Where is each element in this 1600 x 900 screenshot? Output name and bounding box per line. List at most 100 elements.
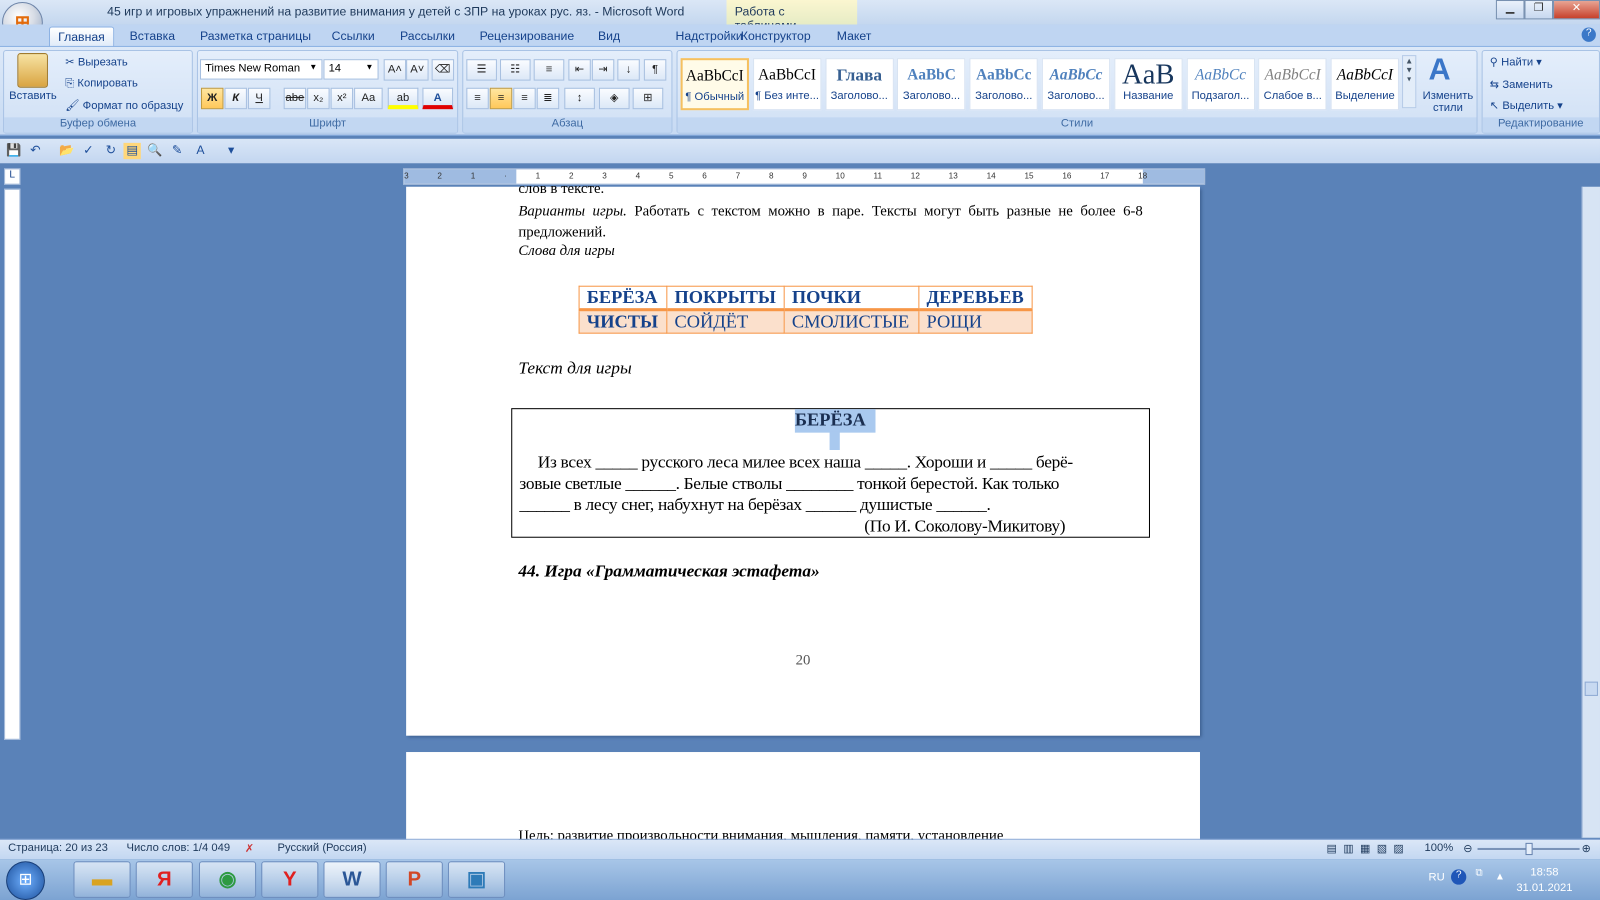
table-cell[interactable]: ПОКРЫТЫ [666,285,785,312]
style-item[interactable]: AaBbCc Заголово... [969,58,1038,111]
bullets-icon[interactable]: ☰ [466,59,497,81]
subscript-button[interactable]: x₂ [307,87,330,110]
numbering-icon[interactable]: ☷ [499,59,531,81]
text-frame[interactable]: БЕРЁЗА Из всех _____ русского леса милее… [511,408,1150,538]
help-icon[interactable]: ? [1581,27,1596,42]
edit-icon[interactable]: ✎ [168,143,185,159]
word-taskbar-icon[interactable]: W [323,861,381,898]
tab-review[interactable]: Рецензирование [471,27,582,45]
zoom-out-icon[interactable]: ⊖ [1463,842,1472,855]
undo-icon[interactable]: ↶ [27,143,44,159]
align-left-icon[interactable]: ≡ [466,87,489,110]
tab-page-layout[interactable]: Разметка страницы [192,27,319,45]
shrink-font-button[interactable]: A˅ [406,59,429,81]
italic-button[interactable]: К [224,87,247,110]
open-icon[interactable]: 📂 [58,143,75,159]
page-count-status[interactable]: Страница: 20 из 23 [8,842,108,854]
clock[interactable]: 18:58 31.01.2021 [1516,865,1572,896]
tray-expand-icon[interactable]: ▲ [1495,871,1505,882]
bold-button[interactable]: Ж [201,87,224,110]
sort-icon[interactable]: ↓ [617,59,640,81]
photo-viewer-icon[interactable]: ▣ [447,861,506,898]
copy-button[interactable]: ⎘ Копировать [65,78,138,91]
align-center-icon[interactable]: ≡ [489,87,513,110]
style-item[interactable]: AaBbCcI ¶ Обычный [680,58,749,111]
yandex-icon[interactable]: Y [261,861,319,898]
style-item[interactable]: AaBbCc Подзагол... [1186,58,1255,111]
table-cell[interactable]: БЕРЁЗА [578,285,668,312]
style-item[interactable]: AaB Название [1114,58,1183,111]
show-marks-icon[interactable]: ¶ [643,59,667,81]
customize-qat-icon[interactable]: ▾ [222,143,239,159]
multilevel-list-icon[interactable]: ≡ [533,59,565,81]
font-color-icon[interactable]: A [422,87,454,110]
grow-font-button[interactable]: A˄ [383,59,407,81]
restore-button[interactable]: ❐ [1524,0,1554,20]
minimize-button[interactable]: ▁ [1495,0,1525,20]
highlight-icon[interactable]: ab [387,87,419,110]
change-styles-button[interactable]: Изменить стили [1420,90,1475,114]
language-indicator[interactable]: RU [1429,871,1445,883]
paste-icon[interactable] [17,53,48,88]
language-status[interactable]: Русский (Россия) [278,842,367,854]
tab-mailings[interactable]: Рассылки [392,27,463,45]
table-cell[interactable]: РОЩИ [918,309,1033,334]
spelling-icon[interactable]: ✓ [80,143,97,159]
explorer-icon[interactable]: ▬ [73,861,131,898]
close-button[interactable]: ✕ [1553,0,1600,20]
justify-icon[interactable]: ≣ [536,87,560,110]
style-item[interactable]: AaBbCc Заголово... [1041,58,1111,111]
tab-layout[interactable]: Макет [829,27,880,45]
cut-button[interactable]: ✂ Вырезать [65,55,127,68]
borders-icon[interactable]: ⊞ [632,87,664,110]
underline-button[interactable]: Ч [247,87,271,110]
table-cell[interactable]: ДЕРЕВЬЕВ [918,285,1033,312]
zoom-level[interactable]: 100% [1424,842,1453,854]
find-button[interactable]: ⚲ Найти ▾ [1490,55,1542,68]
tab-references[interactable]: Ссылки [323,27,382,45]
words-table[interactable]: БЕРЁЗА ПОКРЫТЫ ПОЧКИ ДЕРЕВЬЕВ ЧИСТЫ СОЙД… [578,285,1033,334]
strikethrough-button[interactable]: abe [283,87,307,110]
style-item[interactable]: AaBbCcI ¶ Без инте... [752,58,822,111]
tab-design[interactable]: Конструктор [733,27,819,45]
replace-button[interactable]: ⇆ Заменить [1490,78,1553,91]
change-case-button[interactable]: Aa [354,87,383,110]
start-button[interactable]: ⊞ [6,861,45,900]
select-button[interactable]: ↖ Выделить ▾ [1490,99,1563,112]
word-count-status[interactable]: Число слов: 1/4 049 [127,842,231,854]
help-tray-icon[interactable]: ? [1451,869,1467,885]
shading-icon[interactable]: ◈ [598,87,630,110]
font-size-select[interactable]: 14 ▼ [323,59,379,80]
save-icon[interactable]: 💾 [5,143,22,159]
format-painter-button[interactable]: 🖌 Формат по образцу [65,99,183,112]
zoom-in-icon[interactable]: ⊕ [1582,842,1591,855]
chrome-icon[interactable]: ◉ [198,861,257,898]
print-preview-icon[interactable]: 🔍 [146,143,163,159]
style-item[interactable]: Глава Заголово... [825,58,894,111]
table-cell[interactable]: ПОЧКИ [783,285,920,312]
style-item[interactable]: AaBbCcI Слабое в... [1258,58,1327,111]
print-layout-icon[interactable]: ▤ [123,142,141,160]
yandex-browser-icon[interactable]: Я [135,861,193,898]
superscript-button[interactable]: x² [330,87,354,110]
network-icon[interactable]: ⧉ [1475,867,1482,878]
tab-view[interactable]: Вид [590,27,628,45]
text-direction-icon[interactable]: A [192,143,209,159]
font-name-select[interactable]: Times New Roman ▼ [199,59,323,80]
view-buttons[interactable]: ▤▥▦▧▨ [1327,842,1411,855]
paste-button[interactable]: Вставить [9,90,57,102]
align-right-icon[interactable]: ≡ [513,87,536,110]
tab-home[interactable]: Главная [48,26,114,48]
zoom-slider[interactable] [1477,842,1580,856]
table-cell[interactable]: СМОЛИСТЫЕ [783,309,920,334]
clear-formatting-icon[interactable]: ⌫ [431,59,455,81]
decrease-indent-icon[interactable]: ⇤ [568,59,591,81]
tab-insert[interactable]: Вставка [121,27,183,45]
vertical-ruler[interactable] [4,188,21,740]
table-cell[interactable]: ЧИСТЫ [578,309,668,334]
line-spacing-icon[interactable]: ↕ [564,87,595,110]
powerpoint-icon[interactable]: P [385,861,443,898]
document-page-next[interactable]: Цель: развитие произвольности внимания, … [406,752,1200,844]
proofing-icon[interactable]: ✗ [245,842,254,855]
vertical-scrollbar[interactable] [1581,186,1600,838]
